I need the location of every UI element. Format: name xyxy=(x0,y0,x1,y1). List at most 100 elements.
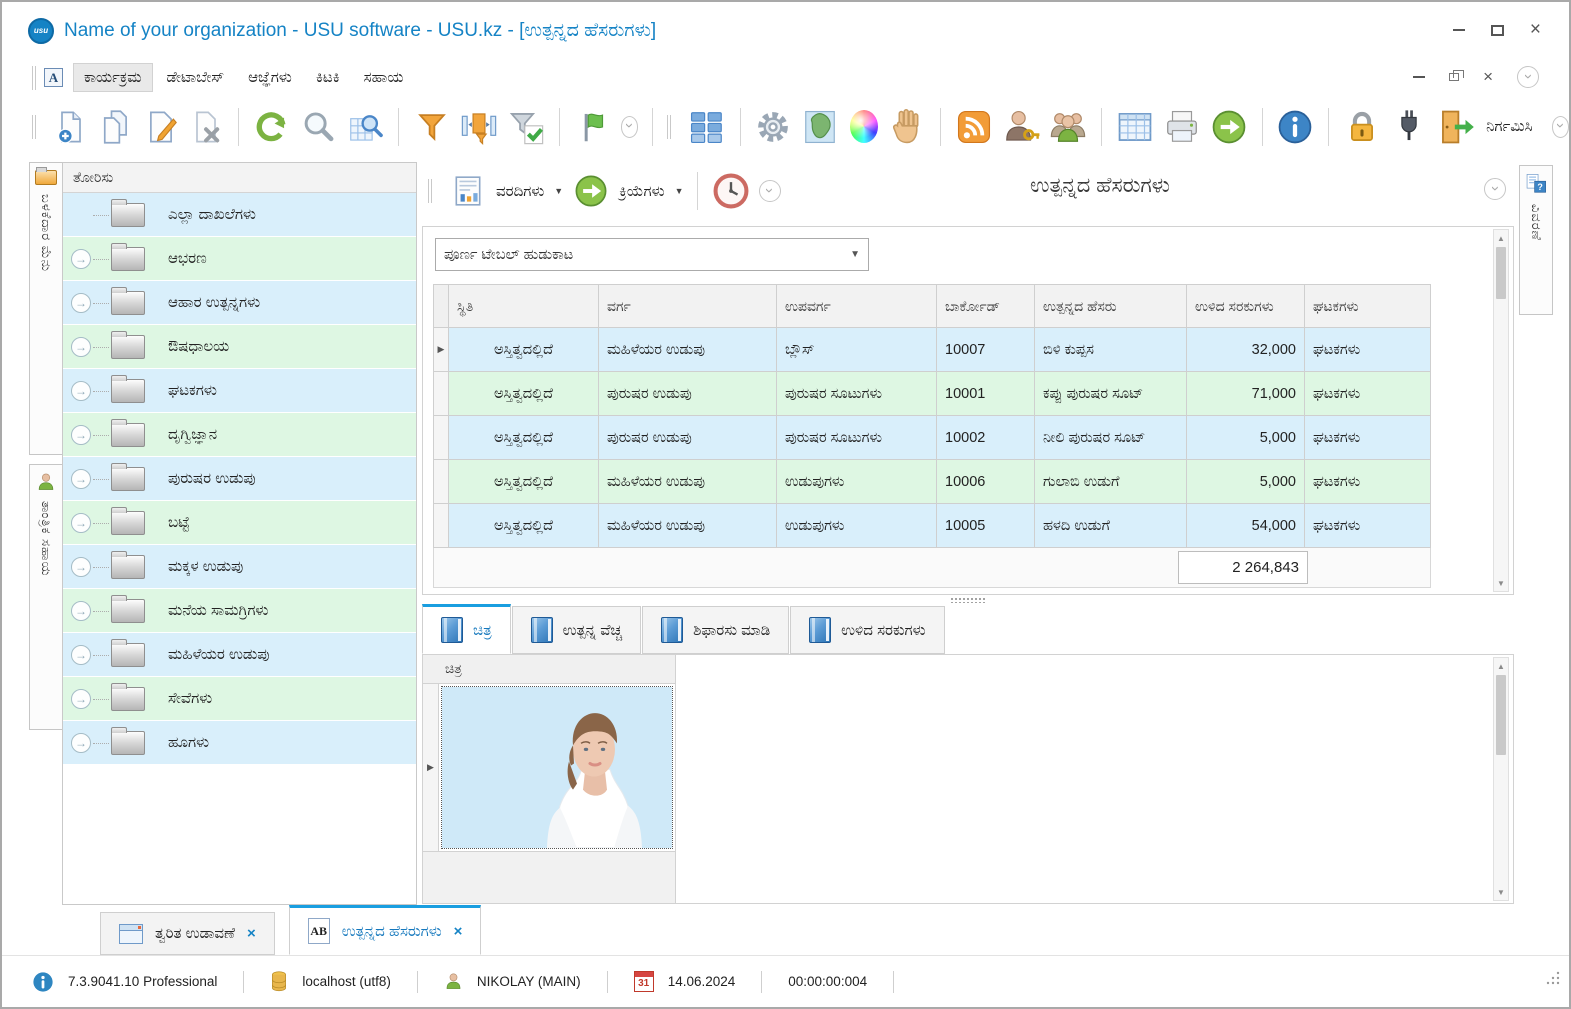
scroll-down-icon[interactable]: ▼ xyxy=(1494,575,1508,591)
toolbar-chevron-icon[interactable] xyxy=(621,116,638,138)
filter-apply-icon[interactable] xyxy=(507,107,545,147)
color-wheel-icon[interactable] xyxy=(848,107,879,147)
settings-gear-icon[interactable] xyxy=(754,107,792,147)
tree-item[interactable]: ಔಷಧಾಲಯ xyxy=(63,325,416,369)
tree-item[interactable]: ಮಹಿಳೆಯರ ಉಡುಪು xyxy=(63,633,416,677)
image-column-header[interactable]: ಚಿತ್ರ xyxy=(423,655,676,684)
view-toolbar-drag-handle[interactable] xyxy=(428,179,432,203)
expand-arrow-icon[interactable] xyxy=(71,689,91,709)
expand-arrow-icon[interactable] xyxy=(71,381,91,401)
close-button[interactable]: × xyxy=(1530,24,1541,36)
resize-grip[interactable] xyxy=(1545,970,1561,986)
flag-icon[interactable] xyxy=(574,107,612,147)
search-icon[interactable] xyxy=(299,107,337,147)
edit-record-icon[interactable] xyxy=(143,107,179,147)
tab-recommend[interactable]: ಶಿಫಾರಸು ಮಾಡಿ xyxy=(642,606,789,654)
new-record-icon[interactable] xyxy=(53,107,89,147)
toolbar-drag-handle-2[interactable] xyxy=(667,115,671,139)
go-export-icon[interactable] xyxy=(1210,107,1248,147)
program-menu-icon[interactable]: A xyxy=(44,68,63,87)
tree-item[interactable]: ಘಟಕಗಳು xyxy=(63,369,416,413)
doc-tab-product-names[interactable]: AB ಉತ್ಪನ್ನದ ಹೆಸರುಗಳು × xyxy=(289,905,482,955)
lock-icon[interactable] xyxy=(1343,107,1381,147)
expand-arrow-icon[interactable] xyxy=(71,733,91,753)
tree-item[interactable]: ಸೇವೆಗಳು xyxy=(63,677,416,721)
column-header-name[interactable]: ಉತ್ಪನ್ನದ ಹೆಸರು xyxy=(1035,284,1187,328)
tree-item[interactable]: ಹೂಗಳು xyxy=(63,721,416,765)
map-icon[interactable] xyxy=(801,107,839,147)
print-icon[interactable] xyxy=(1163,107,1201,147)
table-row[interactable]: ಅಸ್ತಿತ್ವದಲ್ಲಿದೆ ಮಹಿಳೆಯರ ಉಡುಪು ಉಡುಪುಗಳು 1… xyxy=(433,460,1431,504)
expand-arrow-icon[interactable] xyxy=(71,337,91,357)
menu-item-window[interactable]: ಕಿಟಕಿ xyxy=(306,64,350,91)
table-row[interactable]: ಅಸ್ತಿತ್ವದಲ್ಲಿದೆ ಪುರುಷರ ಉಡುಪು ಪುರುಷರ ಸೂಟು… xyxy=(433,372,1431,416)
scroll-down-icon[interactable]: ▼ xyxy=(1494,884,1508,900)
column-header-subcategory[interactable]: ಉಪವರ್ಗ xyxy=(777,284,937,328)
plug-icon[interactable] xyxy=(1390,107,1428,147)
info-icon[interactable] xyxy=(1276,107,1314,147)
mdi-close-button[interactable]: × xyxy=(1483,71,1493,83)
reports-dropdown[interactable]: ವರದಿಗಳು xyxy=(496,183,544,200)
menu-item-help[interactable]: ಸಹಾಯ xyxy=(354,64,414,91)
table-row[interactable]: ▶ ಅಸ್ತಿತ್ವದಲ್ಲಿದೆ ಮಹಿಳೆಯರ ಉಡುಪು ಬ್ಲೌಸ್ 1… xyxy=(433,328,1431,372)
sidebar-tab-user-menu[interactable]: ಬಳಕೆದಾರ ಮೆನು xyxy=(29,162,63,455)
column-header-remaining[interactable]: ಉಳಿದ ಸರಕುಗಳು xyxy=(1187,284,1305,328)
scrollbar-thumb[interactable] xyxy=(1496,675,1506,755)
menubar-drag-handle[interactable] xyxy=(32,66,36,90)
menu-item-commands[interactable]: ಆಜ್ಞೆಗಳು xyxy=(238,64,302,91)
tree-item-all-documents[interactable]: ಎಲ್ಲಾ ದಾಖಲೆಗಳು xyxy=(63,193,416,237)
users-group-icon[interactable] xyxy=(1049,107,1087,147)
column-header-units[interactable]: ಘಟಕಗಳು xyxy=(1305,284,1431,328)
exit-door-icon[interactable] xyxy=(1437,107,1475,147)
rss-feed-icon[interactable] xyxy=(955,107,993,147)
maximize-button[interactable] xyxy=(1491,25,1504,36)
refresh-icon[interactable] xyxy=(252,107,290,147)
column-header-barcode[interactable]: ಬಾರ್ಕೋಡ್ xyxy=(937,284,1035,328)
expand-arrow-icon[interactable] xyxy=(71,601,91,621)
mdi-restore-button[interactable] xyxy=(1449,73,1459,81)
mdi-minimize-button[interactable] xyxy=(1413,76,1425,78)
product-image-cell[interactable] xyxy=(439,684,676,852)
menu-item-database[interactable]: ಡೇಟಾಬೇಸ್ xyxy=(157,64,235,91)
expand-arrow-icon[interactable] xyxy=(71,293,91,313)
copy-record-icon[interactable] xyxy=(98,107,134,147)
search-type-combo[interactable]: ಪೂರ್ಣ ಟೇಬಲ್ ಹುಡುಕಾಟ ▼ xyxy=(435,238,869,271)
menu-item-program[interactable]: ಕಾರ್ಯಕ್ರಮ xyxy=(73,63,153,92)
table-row[interactable]: ಅಸ್ತಿತ್ವದಲ್ಲಿದೆ ಪುರುಷರ ಉಡುಪು ಪುರುಷರ ಸೂಟು… xyxy=(433,416,1431,460)
expand-arrow-icon[interactable] xyxy=(71,645,91,665)
column-header-status[interactable]: ಸ್ಥಿತಿ xyxy=(449,284,599,328)
tree-item[interactable]: ಮನೆಯ ಸಾಮಗ್ರಿಗಳು xyxy=(63,589,416,633)
tree-item[interactable]: ಆಭರಣ xyxy=(63,237,416,281)
tree-item[interactable]: ದೃಗ್ವಿಜ್ಞಾನ xyxy=(63,413,416,457)
filter-columns-icon[interactable] xyxy=(460,107,498,147)
expand-arrow-icon[interactable] xyxy=(71,557,91,577)
doc-tab-quick-launch[interactable]: ತ್ವರಿತ ಉಡಾವಣೆ × xyxy=(100,912,275,955)
close-tab-icon[interactable]: × xyxy=(454,923,463,940)
scheduler-clock-icon[interactable] xyxy=(711,171,751,211)
actions-icon[interactable] xyxy=(571,171,611,211)
close-tab-icon[interactable]: × xyxy=(247,925,256,942)
sidebar-tab-tech-support[interactable]: ತಾಂತ್ರಿಕ ಸಹಾಯ xyxy=(29,464,63,730)
table-row[interactable]: ಅಸ್ತಿತ್ವದಲ್ಲಿದೆ ಮಹಿಳೆಯರ ಉಡುಪು ಉಡುಪುಗಳು 1… xyxy=(433,504,1431,548)
expand-arrow-icon[interactable] xyxy=(71,249,91,269)
expand-arrow-icon[interactable] xyxy=(71,425,91,445)
filter-icon[interactable] xyxy=(413,107,451,147)
hand-icon[interactable] xyxy=(888,107,926,147)
tree-item[interactable]: ಬಟ್ಟೆ xyxy=(63,501,416,545)
table-view-icon[interactable] xyxy=(1116,107,1154,147)
advanced-search-icon[interactable] xyxy=(346,107,384,147)
tab-image[interactable]: ಚಿತ್ರ xyxy=(422,604,511,654)
reports-icon[interactable] xyxy=(448,171,488,211)
toolbar-end-chevron-icon[interactable] xyxy=(1552,116,1569,138)
grid-vertical-scrollbar[interactable]: ▲ ▼ xyxy=(1493,229,1509,592)
scrollbar-thumb[interactable] xyxy=(1496,247,1506,299)
tab-product-cost[interactable]: ಉತ್ಪನ್ನ ವೆಚ್ಚ xyxy=(512,606,642,654)
scroll-up-icon[interactable]: ▲ xyxy=(1494,230,1508,246)
toolbar-drag-handle[interactable] xyxy=(32,115,36,139)
title-chevron-icon[interactable] xyxy=(1484,178,1506,200)
expand-arrow-icon[interactable] xyxy=(71,469,91,489)
user-key-icon[interactable] xyxy=(1002,107,1040,147)
tab-remaining-goods[interactable]: ಉಳಿದ ಸರಕುಗಳು xyxy=(790,606,944,654)
tree-item[interactable]: ಪುರುಷರ ಉಡುಪು xyxy=(63,457,416,501)
tree-item[interactable]: ಮಕ್ಕಳ ಉಡುಪು xyxy=(63,545,416,589)
